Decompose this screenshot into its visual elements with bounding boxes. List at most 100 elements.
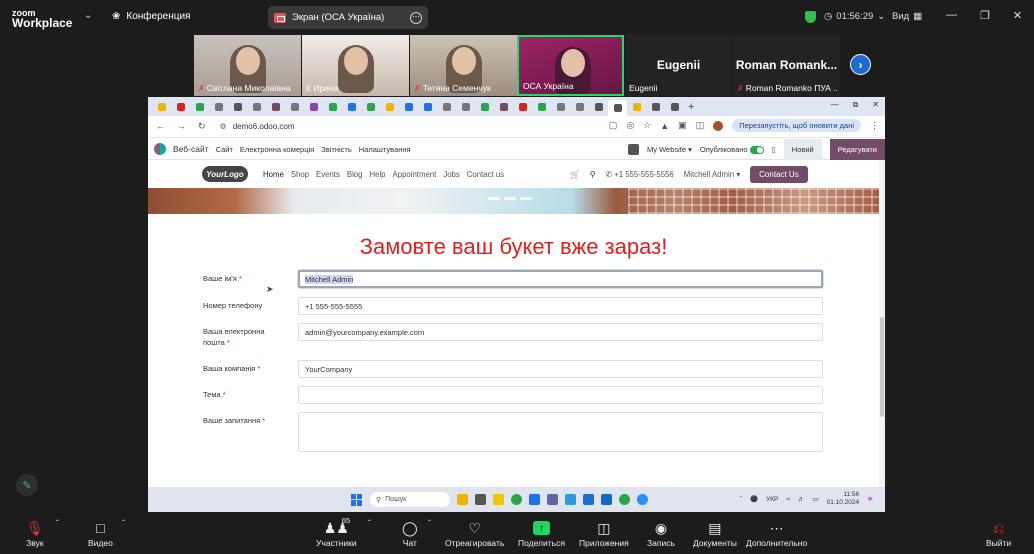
zoom-menu-chevron-icon[interactable]: ⌄ [84, 10, 92, 21]
browser-tab[interactable] [513, 100, 532, 113]
share-button[interactable]: ↑ Поделиться [518, 518, 565, 548]
browser-tab[interactable] [475, 100, 494, 113]
screen-share-pill[interactable]: Экран (ОСА Україна) ⋯ [268, 6, 428, 29]
leave-button[interactable]: ⎌ Выйти [986, 518, 1011, 549]
scrollbar-thumb[interactable] [880, 317, 884, 417]
browser-tab[interactable] [342, 100, 361, 113]
windows-start-icon[interactable] [351, 493, 363, 506]
browser-tab[interactable] [323, 100, 342, 113]
browser-tab[interactable] [209, 100, 228, 113]
page-scrollbar[interactable] [879, 160, 885, 487]
website-switcher[interactable]: My Website ▾ [647, 145, 692, 154]
minimize-icon[interactable]: — [946, 9, 957, 22]
question-textarea[interactable] [298, 412, 823, 452]
carousel-dot[interactable] [520, 197, 532, 200]
site-info-icon[interactable]: ⚙ [220, 122, 227, 131]
participant-tile[interactable]: К Ирина [302, 35, 409, 96]
nav-contact[interactable]: Contact us [467, 170, 504, 179]
admin-menu-site[interactable]: Сайт [216, 145, 233, 154]
browser-tab[interactable] [285, 100, 304, 113]
participant-tile-active-speaker[interactable]: ОСА Україна [517, 35, 624, 96]
site-logo[interactable]: YourLogo [202, 166, 248, 182]
user-avatar[interactable] [628, 144, 639, 155]
minimize-icon[interactable]: — [831, 100, 839, 110]
participants-options-caret-icon[interactable]: ˆ [368, 518, 371, 528]
teams-icon[interactable] [547, 494, 558, 505]
next-participants-button[interactable]: › [850, 54, 871, 75]
user-menu[interactable]: Mitchell Admin ▾ [684, 170, 740, 179]
chrome-icon[interactable] [511, 494, 522, 505]
folder-icon[interactable] [493, 494, 504, 505]
browser-tab[interactable] [152, 100, 171, 113]
view-button[interactable]: Вид ▦ [892, 11, 922, 22]
name-input[interactable]: Mitchell Admin [298, 270, 823, 288]
docs-button[interactable]: ▤ Документы [693, 518, 737, 549]
url-field[interactable]: ⚙ demo6.odoo.com [220, 122, 295, 131]
app-icon[interactable] [583, 494, 594, 505]
react-button[interactable]: ♡ Отреагировать [445, 518, 504, 549]
admin-menu-website[interactable]: Веб-сайт [173, 144, 209, 154]
browser-tab[interactable] [171, 100, 190, 113]
email-input[interactable]: admin@yourcompany.example.com [298, 323, 823, 341]
chat-options-caret-icon[interactable]: ˆ [428, 518, 431, 528]
chat-button[interactable]: ◯ Чат [402, 518, 418, 549]
video-button[interactable]: □ Видео [88, 518, 113, 548]
new-button[interactable]: Новий [783, 139, 822, 160]
kebab-menu-icon[interactable]: ⋮ [870, 120, 879, 131]
participants-button[interactable]: ♟♟ 65 Участники [316, 516, 357, 548]
participant-tile[interactable]: Roman Romank... ✗ Roman Romanko ПУА ... [733, 35, 840, 96]
record-button[interactable]: ◉ Запись [647, 518, 675, 549]
mobile-preview-icon[interactable]: ▯ [772, 145, 776, 154]
browser-tab[interactable] [551, 100, 570, 113]
restore-icon[interactable]: ❐ [980, 9, 990, 22]
sidebar-icon[interactable]: ◫ [696, 120, 705, 131]
meeting-timer[interactable]: ◷ 01:56:29 ⌄ [824, 11, 885, 22]
star-icon[interactable]: ☆ [643, 120, 651, 131]
app-icon[interactable] [565, 494, 576, 505]
nav-jobs[interactable]: Jobs [443, 170, 459, 179]
more-button[interactable]: ⋯ Дополнительно [746, 518, 807, 549]
zoom-icon[interactable] [637, 494, 648, 505]
restart-update-button[interactable]: Перезапустіть, щоб оновити дані [732, 119, 861, 132]
browser-tab[interactable] [190, 100, 209, 113]
nav-appointment[interactable]: Appointment [393, 170, 437, 179]
carousel-indicators[interactable] [488, 197, 532, 200]
contact-us-button[interactable]: Contact Us [750, 165, 808, 183]
share-more-icon[interactable]: ⋯ [410, 11, 422, 24]
nav-shop[interactable]: Shop [291, 170, 309, 179]
outlook-icon[interactable] [601, 494, 612, 505]
puzzle-icon[interactable]: ▣ [678, 120, 687, 131]
reload-icon[interactable]: ↻ [198, 121, 206, 132]
browser-tab[interactable] [228, 100, 247, 113]
participant-tile[interactable]: ✗ Світлана Миколаївна [194, 35, 301, 96]
app-icon[interactable] [475, 494, 486, 505]
audio-options-caret-icon[interactable]: ˆ [56, 518, 59, 528]
participant-tile[interactable]: ✗ Тетяна Семенчук [410, 35, 517, 96]
app-icon[interactable] [529, 494, 540, 505]
copilot-icon[interactable]: ❖ [867, 495, 873, 503]
browser-tab[interactable] [361, 100, 380, 113]
apps-button[interactable]: ◫ Приложения [579, 518, 629, 549]
extension-icon[interactable]: ▲ [660, 121, 669, 131]
profile-avatar[interactable] [713, 120, 724, 131]
subject-input[interactable] [298, 386, 823, 404]
search-icon[interactable]: ⚲ [590, 170, 596, 179]
cast-icon[interactable]: ▢ [609, 120, 618, 131]
company-input[interactable]: YourCompany [298, 360, 823, 378]
eye-off-icon[interactable]: ◎ [626, 120, 634, 131]
browser-tab[interactable] [646, 100, 665, 113]
odoo-apps-icon[interactable] [154, 143, 166, 155]
browser-tab[interactable] [665, 100, 684, 113]
volume-icon[interactable]: ♬ [798, 496, 805, 503]
browser-tab[interactable] [266, 100, 285, 113]
browser-tab[interactable] [608, 100, 627, 116]
nav-help[interactable]: Help [369, 170, 385, 179]
admin-menu-ecommerce[interactable]: Електронна комерція [240, 145, 314, 154]
browser-tab[interactable] [627, 100, 646, 113]
browser-tab[interactable] [494, 100, 513, 113]
edit-button[interactable]: Редагувати [829, 139, 885, 160]
conference-info-button[interactable]: ❀ Конференция [112, 11, 190, 22]
cart-icon[interactable]: 🛒 [570, 170, 580, 179]
tray-chevron-icon[interactable]: ˆ [740, 496, 742, 503]
mic-icon[interactable]: ⚫ [750, 495, 758, 503]
